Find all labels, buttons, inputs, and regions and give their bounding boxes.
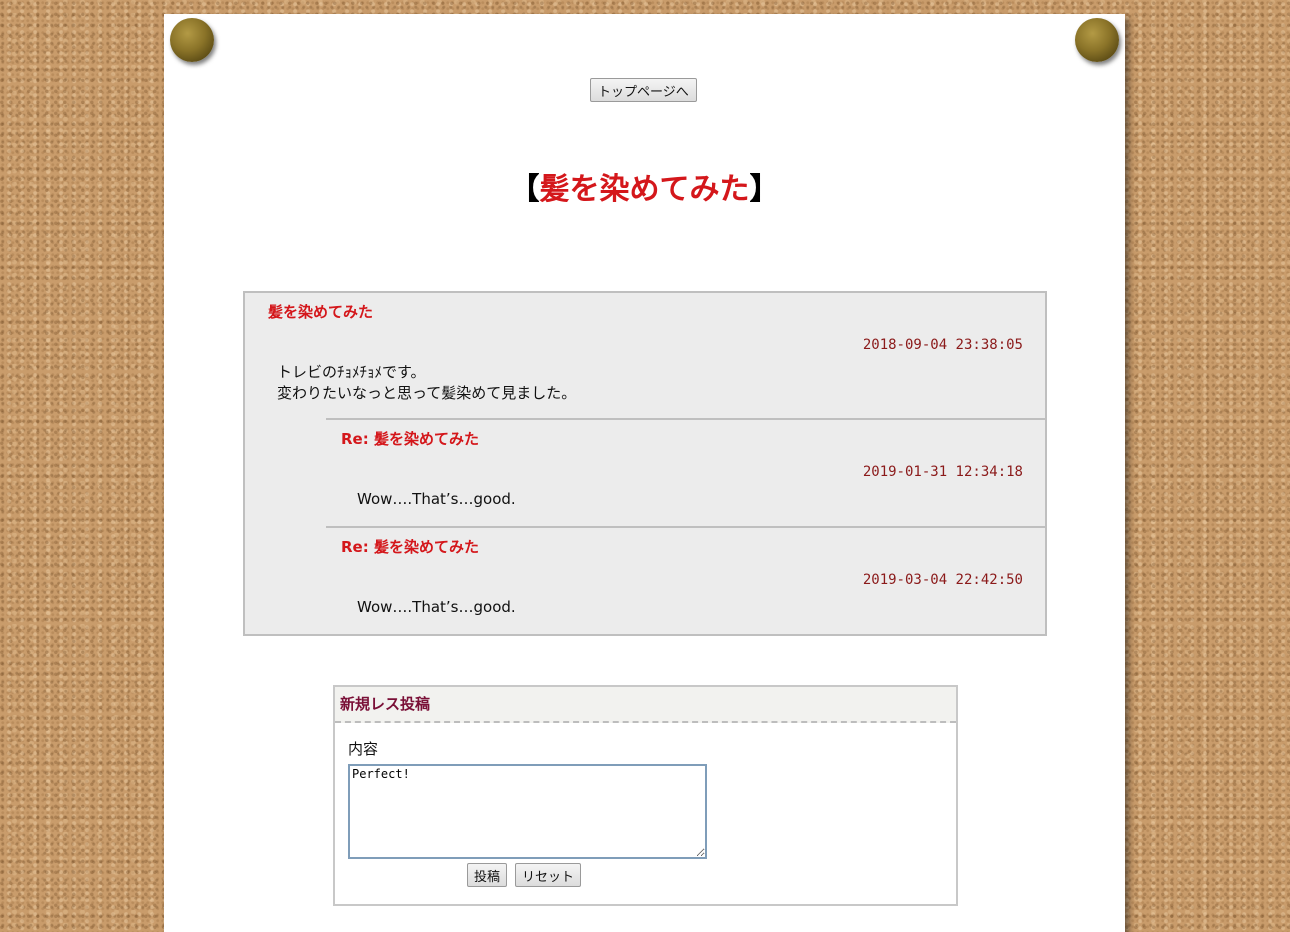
- top-page-button[interactable]: トップページへ: [590, 78, 697, 102]
- reset-button[interactable]: リセット: [515, 863, 582, 887]
- post-title: 髪を染めてみた: [268, 303, 374, 321]
- title-bracket-open: 【: [509, 172, 540, 207]
- reply-item: Re: 髪を染めてみた 2019-01-31 12:34:18 Wow….Tha…: [326, 418, 1045, 526]
- reply-body: Wow….That’s…good.: [357, 490, 516, 508]
- post-date: 2018-09-04 23:38:05: [862, 337, 1023, 353]
- title-text: 髪を染めてみた: [539, 172, 750, 207]
- reply-title: Re: 髪を染めてみた: [341, 430, 479, 448]
- reply-title: Re: 髪を染めてみた: [341, 538, 479, 556]
- reply-body: Wow….That’s…good.: [357, 598, 516, 616]
- paper-sheet: トップページへ 【髪を染めてみた】 髪を染めてみた 2018-09-04 23:…: [164, 14, 1125, 932]
- reply-item: Re: 髪を染めてみた 2019-03-04 22:42:50 Wow….Tha…: [326, 526, 1045, 634]
- post-body: トレビのﾁｮﾒﾁｮﾒです。 変わりたいなっと思って髪染めて見ました。: [277, 363, 577, 402]
- pushpin-icon: [170, 18, 214, 62]
- content-textarea[interactable]: Perfect!: [348, 764, 707, 859]
- reply-form: 新規レス投稿 内容 Perfect! 投稿 リセット: [333, 685, 958, 906]
- reply-date: 2019-01-31 12:34:18: [862, 464, 1023, 480]
- reply-date: 2019-03-04 22:42:50: [862, 572, 1023, 588]
- title-bracket-close: 】: [749, 172, 780, 207]
- content-label: 内容: [348, 740, 379, 758]
- reply-form-heading: 新規レス投稿: [335, 687, 956, 723]
- pushpin-icon: [1075, 18, 1119, 62]
- submit-button[interactable]: 投稿: [467, 863, 508, 887]
- thread-box: 髪を染めてみた 2018-09-04 23:38:05 トレビのﾁｮﾒﾁｮﾒです…: [243, 291, 1047, 636]
- page-title: 【髪を染めてみた】: [164, 164, 1125, 208]
